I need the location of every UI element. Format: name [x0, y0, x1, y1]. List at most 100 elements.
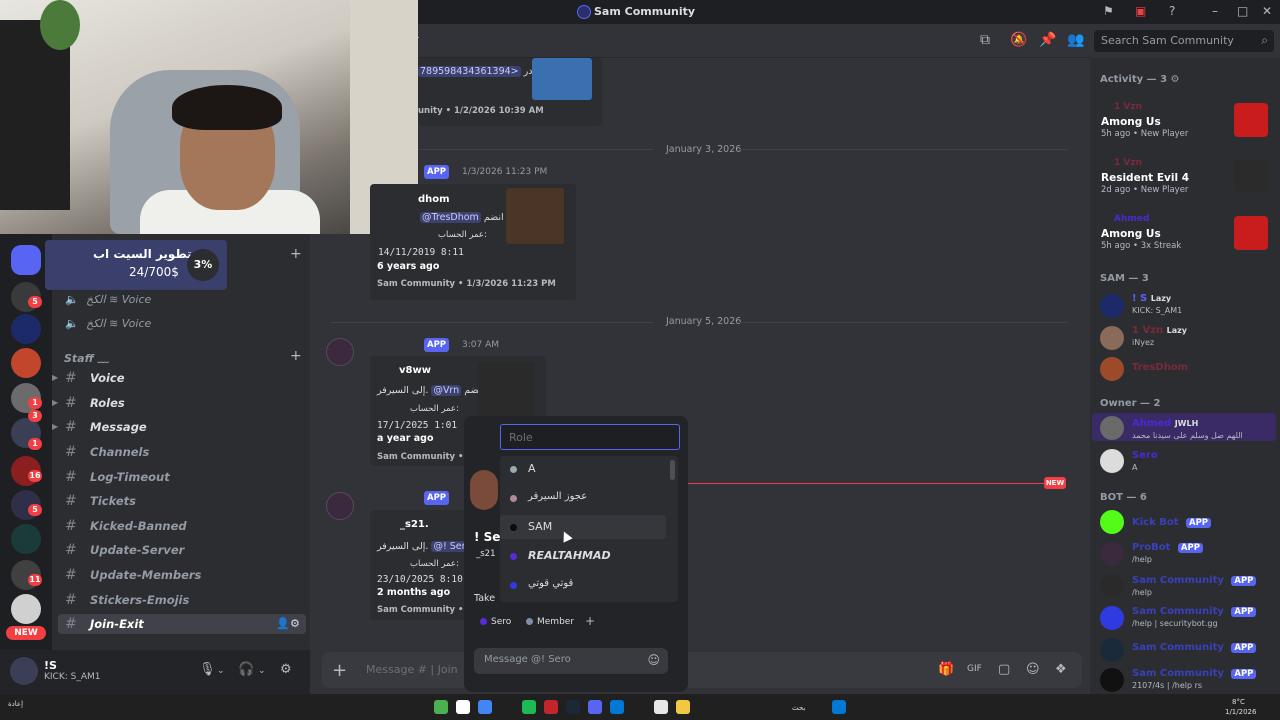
pin-icon[interactable]: 📌	[1039, 32, 1056, 48]
app-icon[interactable]	[654, 700, 668, 714]
role-option[interactable]: عجوز السيرفر	[500, 486, 666, 510]
role-option[interactable]: A	[500, 457, 666, 481]
member-name[interactable]: ProBot APP	[1132, 541, 1203, 555]
spotify-icon[interactable]	[522, 700, 536, 714]
channel-stickers-emojis[interactable]: # Stickers-Emojis	[62, 590, 302, 610]
avatar[interactable]	[1100, 542, 1124, 566]
add-channel-icon[interactable]: +	[290, 246, 302, 262]
channel-tickets[interactable]: # Tickets	[62, 491, 302, 511]
app-icon[interactable]	[544, 700, 558, 714]
member-name[interactable]: Sam Community APP	[1132, 605, 1257, 619]
voice-channel[interactable]: 🔈 الكخ ≋ Voice	[62, 314, 302, 334]
channel-update-members[interactable]: # Update-Members	[62, 565, 302, 585]
inbox-flag-icon[interactable]: ⚑	[1103, 4, 1114, 18]
start-icon[interactable]	[832, 700, 846, 714]
embed-thumbnail[interactable]	[478, 362, 534, 416]
gif-icon[interactable]: GIF	[967, 664, 982, 674]
sticker-icon[interactable]: ▢	[998, 662, 1010, 677]
avatar[interactable]	[1100, 294, 1124, 318]
server-icon[interactable]	[11, 314, 41, 344]
role-option[interactable]: REALTAHMAD	[500, 544, 666, 568]
member-name[interactable]: 1 Vzn Lazy	[1132, 325, 1187, 336]
member-role-pill[interactable]: Sero	[480, 614, 511, 630]
avatar[interactable]	[1100, 449, 1124, 473]
profile-message-input[interactable]: Message @! Sero	[484, 654, 571, 665]
voice-channel[interactable]: 🔈 الكخ ≋ Voice	[62, 290, 302, 310]
gear-icon[interactable]: ⚙	[290, 614, 300, 634]
member-role-pill[interactable]: Member	[526, 614, 574, 630]
direct-messages-icon[interactable]	[11, 245, 41, 275]
app-icon[interactable]	[456, 700, 470, 714]
member-name[interactable]: Kick Bot APP	[1132, 516, 1212, 530]
server-icon[interactable]	[11, 524, 41, 554]
avatar[interactable]	[1100, 326, 1124, 350]
activity-user[interactable]: Ahmed	[1114, 214, 1149, 224]
edge-icon[interactable]	[610, 700, 624, 714]
member-name[interactable]: ! S Lazy	[1132, 293, 1171, 304]
profile-message-box[interactable]: Message @! Sero ☺	[474, 648, 668, 674]
message-input[interactable]: Message # | Join	[366, 663, 458, 676]
discord-icon[interactable]	[588, 700, 602, 714]
user-settings-gear-icon[interactable]: ⚙	[280, 662, 292, 677]
app-icon[interactable]	[434, 700, 448, 714]
taskbar-search[interactable]: بحث	[792, 704, 805, 712]
avatar[interactable]	[1100, 638, 1124, 662]
member-name[interactable]: Sam Community APP	[1132, 667, 1257, 681]
channel-join-exit[interactable]: # Join-Exit 👤 ⚙	[58, 614, 306, 634]
browser-icon[interactable]	[478, 700, 492, 714]
close-icon[interactable]: ✕	[1262, 4, 1272, 18]
member-name[interactable]: TresDhom	[1132, 362, 1188, 373]
steam-icon[interactable]	[566, 700, 580, 714]
embed-thumbnail[interactable]	[506, 188, 564, 244]
help-icon[interactable]: ?	[1169, 4, 1175, 18]
add-channel-icon[interactable]: +	[290, 348, 302, 364]
member-name[interactable]: Sam Community APP	[1132, 574, 1257, 588]
channel-log-timeout[interactable]: # Log-Timeout	[62, 467, 302, 487]
chevron-down-icon[interactable]: ⌄	[258, 666, 266, 676]
member-name[interactable]: Sam Community APP	[1132, 641, 1257, 655]
search-box[interactable]: Search Sam Community ⌕	[1094, 30, 1274, 52]
folder-icon[interactable]	[676, 700, 690, 714]
channel-channels[interactable]: # Channels	[62, 442, 302, 462]
avatar[interactable]	[1100, 574, 1124, 598]
channel-roles[interactable]: ▶ # Roles	[52, 393, 302, 413]
profile-avatar[interactable]	[470, 470, 498, 510]
microphone-icon[interactable]: 🎙	[199, 662, 216, 677]
avatar[interactable]	[10, 657, 38, 685]
minimize-icon[interactable]: –	[1212, 4, 1218, 18]
invite-icon[interactable]: 👤	[276, 614, 290, 634]
avatar[interactable]	[326, 338, 354, 366]
server-goal-banner[interactable]: تطوير السيت اب 24/700$ 3%	[45, 240, 227, 290]
channel-message[interactable]: ▶ # Message	[52, 417, 302, 437]
member-list-icon[interactable]: 👥	[1067, 32, 1084, 48]
avatar[interactable]	[1100, 357, 1124, 381]
channel-update-server[interactable]: # Update-Server	[62, 540, 302, 560]
gift-icon[interactable]: 🎁	[938, 662, 954, 677]
role-list-scrollbar[interactable]	[670, 460, 675, 480]
avatar[interactable]	[326, 492, 354, 520]
embed-thumbnail[interactable]	[532, 58, 592, 100]
member-name[interactable]: Ahmed JWLH	[1132, 418, 1198, 429]
emoji-icon[interactable]: ☺	[647, 653, 660, 667]
upload-plus-icon[interactable]: +	[332, 660, 347, 681]
member-name[interactable]: Sero	[1132, 450, 1158, 461]
search-input[interactable]: Search Sam Community	[1101, 34, 1234, 47]
threads-icon[interactable]: ⧉	[980, 32, 990, 48]
avatar[interactable]	[1100, 510, 1124, 534]
notifications-muted-icon[interactable]: 🔕	[1010, 32, 1027, 48]
emoji-icon[interactable]: ☺	[1026, 662, 1040, 677]
apps-icon[interactable]: ❖	[1055, 662, 1067, 677]
role-option[interactable]: SAM	[500, 515, 666, 539]
screen-share-icon[interactable]: ▣	[1135, 4, 1146, 18]
activity-user[interactable]: 1 Vzn	[1114, 102, 1142, 112]
channel-kicked-banned[interactable]: # Kicked-Banned	[62, 516, 302, 536]
role-option[interactable]: قوتي قوتي	[500, 573, 666, 597]
maximize-icon[interactable]: □	[1237, 4, 1248, 18]
server-icon[interactable]	[11, 594, 41, 624]
add-role-icon[interactable]: +	[585, 614, 595, 628]
activity-user[interactable]: 1 Vzn	[1114, 158, 1142, 168]
category-staff[interactable]: Staff ﹏	[64, 350, 109, 366]
avatar[interactable]	[1100, 668, 1124, 692]
server-icon[interactable]	[11, 348, 41, 378]
headphones-icon[interactable]: 🎧	[238, 662, 254, 677]
